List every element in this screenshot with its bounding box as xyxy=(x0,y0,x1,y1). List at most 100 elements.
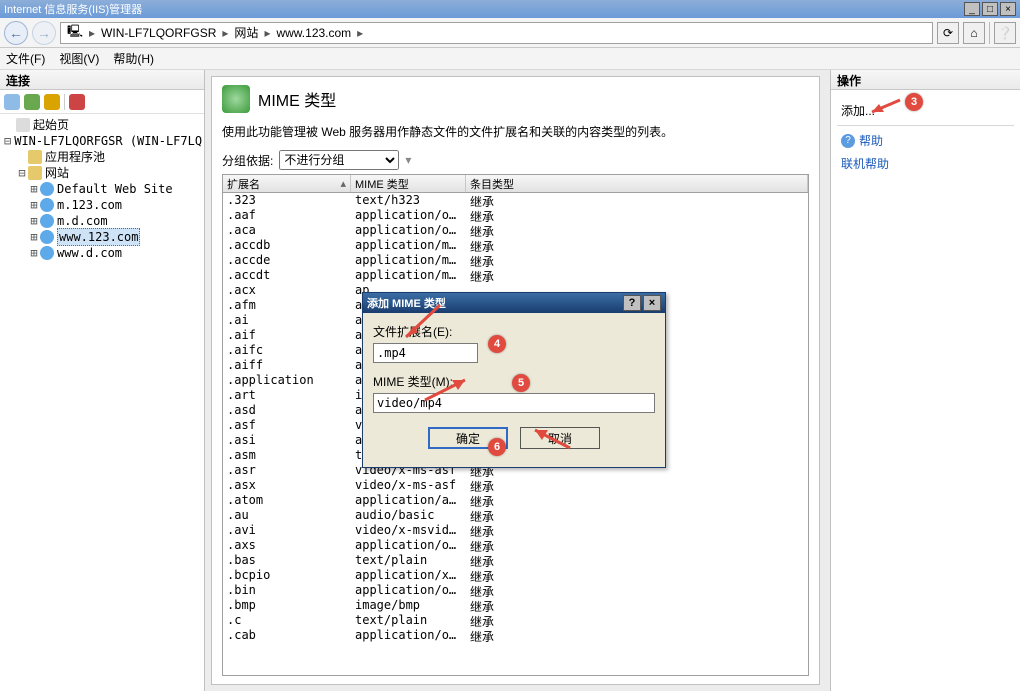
dialog-title: 添加 MIME 类型 xyxy=(367,295,446,311)
tree-node-site-wwwd[interactable]: ⊞ www.d.com xyxy=(4,245,200,261)
table-row[interactable]: .accdtapplication/msa...继承 xyxy=(223,268,808,283)
table-row[interactable]: .accdeapplication/msa...继承 xyxy=(223,253,808,268)
table-row[interactable]: .bcpioapplication/x-b...继承 xyxy=(223,568,808,583)
connections-header: 连接 xyxy=(0,70,204,90)
breadcrumb[interactable]: 🖳 ▸ WIN-LF7LQORFGSR ▸ 网站 ▸ www.123.com ▸ xyxy=(60,22,933,44)
window-close-button[interactable]: × xyxy=(1000,2,1016,16)
page-description: 使用此功能管理被 Web 服务器用作静态文件的文件扩展名和关联的内容类型的列表。 xyxy=(222,123,809,140)
folder-icon xyxy=(28,150,42,164)
annotation-5: 5 xyxy=(512,374,530,392)
table-row[interactable]: .accdbapplication/msa...继承 xyxy=(223,238,808,253)
grid-header[interactable]: 扩展名 ▴ MIME 类型 条目类型 xyxy=(223,175,808,193)
help-icon: ❔ xyxy=(998,26,1013,40)
menu-help[interactable]: 帮助(H) xyxy=(113,50,154,67)
window-minimize-button[interactable]: _ xyxy=(964,2,980,16)
table-row[interactable]: .asxvideo/x-ms-asf继承 xyxy=(223,478,808,493)
annotation-6: 6 xyxy=(488,438,506,456)
globe-icon xyxy=(40,198,54,212)
table-row[interactable]: .axsapplication/ole...继承 xyxy=(223,538,808,553)
connections-tree[interactable]: 起始页 ⊟ WIN-LF7LQORFGSR (WIN-LF7LQ 应用程序池 ⊟… xyxy=(0,114,204,264)
table-row[interactable]: .bmpimage/bmp继承 xyxy=(223,598,808,613)
breadcrumb-site[interactable]: www.123.com xyxy=(274,26,353,40)
dialog-help-button[interactable]: ? xyxy=(623,295,641,311)
address-bar: ← → 🖳 ▸ WIN-LF7LQORFGSR ▸ 网站 ▸ www.123.c… xyxy=(0,18,1020,48)
actions-header: 操作 xyxy=(831,70,1020,90)
table-row[interactable]: .aafapplication/oct...继承 xyxy=(223,208,808,223)
tree-node-apppool[interactable]: 应用程序池 xyxy=(4,149,200,165)
page-title-row: MIME 类型 xyxy=(222,85,809,113)
app-title: Internet 信息服务(IIS)管理器 xyxy=(4,1,142,17)
col-mime[interactable]: MIME 类型 xyxy=(351,175,466,192)
groupby-label: 分组依据: xyxy=(222,152,273,169)
page-icon xyxy=(16,118,30,132)
tree-node-server[interactable]: ⊟ WIN-LF7LQORFGSR (WIN-LF7LQ xyxy=(4,133,200,149)
tree-node-start[interactable]: 起始页 xyxy=(4,117,200,133)
action-add[interactable]: 添加... xyxy=(841,102,1010,119)
refresh-button[interactable]: ⟳ xyxy=(937,22,959,44)
folder-icon xyxy=(28,166,42,180)
globe-icon xyxy=(40,246,54,260)
tree-node-site-m123[interactable]: ⊞ m.123.com xyxy=(4,197,200,213)
table-row[interactable]: .atomapplication/ato...继承 xyxy=(223,493,808,508)
save-icon[interactable] xyxy=(24,94,40,110)
globe-icon xyxy=(40,214,54,228)
connections-panel: 连接 起始页 ⊟ WIN-LF7LQORFGSR (WIN-LF7LQ 应用 xyxy=(0,70,205,691)
menu-bar: 文件(F) 视图(V) 帮助(H) xyxy=(0,48,1020,70)
tree-node-site-default[interactable]: ⊞ Default Web Site xyxy=(4,181,200,197)
table-row[interactable]: .binapplication/oct...继承 xyxy=(223,583,808,598)
groupby-select[interactable]: 不进行分组 xyxy=(279,150,399,170)
help-icon: ? xyxy=(841,134,855,148)
page-title: MIME 类型 xyxy=(258,87,336,111)
breadcrumb-sites[interactable]: 网站 xyxy=(232,24,260,41)
globe-icon xyxy=(40,230,54,244)
ext-input[interactable] xyxy=(373,343,478,363)
connections-toolbar xyxy=(0,90,204,114)
stop-icon[interactable] xyxy=(69,94,85,110)
actions-panel: 操作 添加... ? 帮助 联机帮助 xyxy=(830,70,1020,691)
ext-label: 文件扩展名(E): xyxy=(373,323,655,340)
action-help[interactable]: ? 帮助 xyxy=(841,132,1010,149)
tree-node-site-www123[interactable]: ⊞ www.123.com xyxy=(4,229,200,245)
table-row[interactable]: .323text/h323继承 xyxy=(223,193,808,208)
home-icon: ⌂ xyxy=(970,26,977,40)
breadcrumb-server[interactable]: WIN-LF7LQORFGSR xyxy=(99,26,218,40)
dialog-close-button[interactable]: × xyxy=(643,295,661,311)
nav-forward-button[interactable]: → xyxy=(32,21,56,45)
action-online-help[interactable]: 联机帮助 xyxy=(841,155,1010,172)
menu-view[interactable]: 视图(V) xyxy=(59,50,99,67)
tree-node-sites[interactable]: ⊟ 网站 xyxy=(4,165,200,181)
annotation-4: 4 xyxy=(488,335,506,353)
table-row[interactable]: .avivideo/x-msvideo继承 xyxy=(223,523,808,538)
actions-content: 添加... ? 帮助 联机帮助 xyxy=(831,90,1020,184)
menu-file[interactable]: 文件(F) xyxy=(6,50,45,67)
connect-icon[interactable] xyxy=(4,94,20,110)
tree-node-site-md[interactable]: ⊞ m.d.com xyxy=(4,213,200,229)
mime-icon xyxy=(222,85,250,113)
help-button[interactable]: ❔ xyxy=(994,22,1016,44)
annotation-3: 3 xyxy=(905,93,923,111)
explore-icon[interactable] xyxy=(44,94,60,110)
chevron-right-icon: ▸ xyxy=(220,26,230,40)
table-row[interactable]: .cabapplication/oct...继承 xyxy=(223,628,808,643)
chevron-right-icon: ▸ xyxy=(355,26,365,40)
groupby-row: 分组依据: 不进行分组 ▾ xyxy=(222,150,809,170)
home-button[interactable]: ⌂ xyxy=(963,22,985,44)
chevron-right-icon: ▸ xyxy=(262,26,272,40)
mime-input[interactable] xyxy=(373,393,655,413)
window-maximize-button[interactable]: □ xyxy=(982,2,998,16)
server-icon: 🖳 xyxy=(65,22,85,43)
sort-asc-icon: ▴ xyxy=(340,177,346,190)
dialog-titlebar[interactable]: 添加 MIME 类型 ? × xyxy=(363,293,665,313)
window-titlebar: Internet 信息服务(IIS)管理器 _ □ × xyxy=(0,0,1020,18)
cancel-button[interactable]: 取消 xyxy=(520,427,600,449)
nav-back-button[interactable]: ← xyxy=(4,21,28,45)
chevron-right-icon: ▸ xyxy=(87,26,97,40)
globe-icon xyxy=(40,182,54,196)
table-row[interactable]: .ctext/plain继承 xyxy=(223,613,808,628)
table-row[interactable]: .bastext/plain继承 xyxy=(223,553,808,568)
table-row[interactable]: .acaapplication/oct...继承 xyxy=(223,223,808,238)
col-ext: 扩展名 ▴ xyxy=(223,175,351,192)
refresh-icon: ⟳ xyxy=(943,26,953,40)
col-entry[interactable]: 条目类型 xyxy=(466,175,808,192)
table-row[interactable]: .auaudio/basic继承 xyxy=(223,508,808,523)
